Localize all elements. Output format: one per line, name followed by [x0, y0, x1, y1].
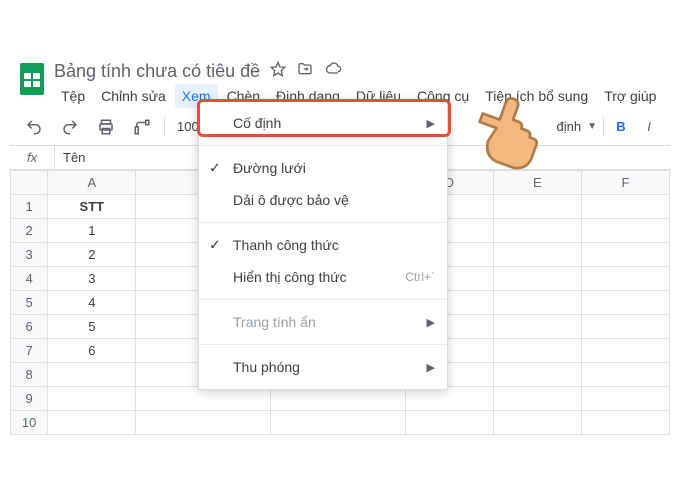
menu-item[interactable]: ✓ Đường lưới: [199, 152, 447, 184]
fx-label[interactable]: fx: [10, 146, 55, 169]
cell[interactable]: 4: [48, 291, 136, 315]
toolbar-separator: [603, 117, 604, 137]
dropdown-caret-icon[interactable]: ▼: [587, 121, 597, 132]
cell[interactable]: 5: [48, 315, 136, 339]
cell[interactable]: [581, 219, 669, 243]
menu-shortcut: Ctrl+`: [405, 270, 435, 284]
cell[interactable]: [48, 411, 136, 435]
menu-item[interactable]: ✓ Thanh công thức: [199, 229, 447, 261]
formula-input[interactable]: Tên: [55, 150, 85, 165]
cell[interactable]: [493, 411, 581, 435]
redo-button[interactable]: [56, 113, 84, 141]
cell[interactable]: [493, 243, 581, 267]
menu-item[interactable]: Dải ô được bảo vệ: [199, 184, 447, 216]
row-header[interactable]: 7: [11, 339, 48, 363]
row-header[interactable]: 5: [11, 291, 48, 315]
cell[interactable]: [581, 387, 669, 411]
row-header[interactable]: 4: [11, 267, 48, 291]
cell[interactable]: 1: [48, 219, 136, 243]
cell[interactable]: [581, 411, 669, 435]
cell[interactable]: [493, 387, 581, 411]
check-icon: ✓: [209, 160, 221, 177]
column-header-A[interactable]: A: [48, 171, 136, 195]
row-header[interactable]: 8: [11, 363, 48, 387]
cell[interactable]: 2: [48, 243, 136, 267]
italic-button[interactable]: I: [638, 119, 660, 134]
toolbar-separator: [164, 117, 165, 137]
submenu-arrow-icon: ▶: [427, 117, 435, 130]
cell[interactable]: [48, 363, 136, 387]
cell[interactable]: 6: [48, 339, 136, 363]
cell[interactable]: [405, 411, 493, 435]
menu-item-label: Dải ô được bảo vệ: [233, 192, 349, 208]
bold-button[interactable]: B: [610, 119, 632, 134]
menu-separator: [199, 222, 447, 223]
row-header[interactable]: 3: [11, 243, 48, 267]
document-title[interactable]: Bảng tính chưa có tiêu đề: [54, 61, 260, 82]
menu-help[interactable]: Trợ giúp: [597, 84, 663, 108]
submenu-arrow-icon: ▶: [427, 316, 435, 329]
print-button[interactable]: [92, 113, 120, 141]
menu-file[interactable]: Tệp: [54, 84, 92, 108]
row-header[interactable]: 10: [11, 411, 48, 435]
select-all-corner[interactable]: [11, 171, 48, 195]
cell[interactable]: [581, 267, 669, 291]
cell[interactable]: [493, 363, 581, 387]
menu-item[interactable]: Thu phóng ▶: [199, 351, 447, 383]
row-header[interactable]: 9: [11, 387, 48, 411]
cell[interactable]: [271, 411, 406, 435]
cell[interactable]: [581, 339, 669, 363]
cell[interactable]: 3: [48, 267, 136, 291]
view-menu-dropdown: Cố định ▶ ✓ Đường lưới Dải ô được bảo vệ ✓ Tha…: [198, 100, 448, 390]
menu-separator: [199, 145, 447, 146]
menu-item-label: Đường lưới: [233, 160, 306, 176]
cell[interactable]: [493, 339, 581, 363]
paint-format-button[interactable]: [128, 113, 156, 141]
cell[interactable]: [581, 195, 669, 219]
column-header-F[interactable]: F: [581, 171, 669, 195]
check-icon: ✓: [209, 237, 221, 254]
pointing-hand-icon: [470, 85, 560, 175]
cell[interactable]: [493, 291, 581, 315]
menu-item: Trang tính ẩn ▶: [199, 306, 447, 338]
menu-item[interactable]: Hiển thị công thức Ctrl+`: [199, 261, 447, 293]
cell[interactable]: STT: [48, 195, 136, 219]
cell[interactable]: [271, 387, 406, 411]
cell[interactable]: [493, 315, 581, 339]
menu-separator: [199, 299, 447, 300]
menu-item-label: Trang tính ẩn: [233, 314, 316, 330]
menu-item-label: Hiển thị công thức: [233, 269, 347, 285]
undo-button[interactable]: [20, 113, 48, 141]
menu-item-label: Thu phóng: [233, 359, 300, 375]
cell[interactable]: [581, 315, 669, 339]
cell[interactable]: [405, 387, 493, 411]
cell[interactable]: [136, 387, 271, 411]
cell[interactable]: [581, 291, 669, 315]
sheets-logo-icon: [18, 61, 46, 97]
move-folder-icon[interactable]: [296, 61, 314, 82]
row-header[interactable]: 1: [11, 195, 48, 219]
cell[interactable]: [581, 243, 669, 267]
menu-item-label: Thanh công thức: [233, 237, 339, 253]
toolbar-right-label: định: [557, 119, 582, 134]
cloud-status-icon[interactable]: [324, 61, 344, 82]
star-icon[interactable]: [270, 61, 286, 82]
row-header[interactable]: 2: [11, 219, 48, 243]
cell[interactable]: [493, 267, 581, 291]
menu-item-label: Cố định: [233, 115, 281, 131]
cell[interactable]: [48, 387, 136, 411]
menu-edit[interactable]: Chỉnh sửa: [94, 84, 173, 108]
menu-separator: [199, 344, 447, 345]
submenu-arrow-icon: ▶: [427, 361, 435, 374]
row-header[interactable]: 6: [11, 315, 48, 339]
cell[interactable]: [581, 363, 669, 387]
cell[interactable]: [493, 219, 581, 243]
cell[interactable]: [136, 411, 271, 435]
menu-item[interactable]: Cố định ▶: [199, 107, 447, 139]
cell[interactable]: [493, 195, 581, 219]
